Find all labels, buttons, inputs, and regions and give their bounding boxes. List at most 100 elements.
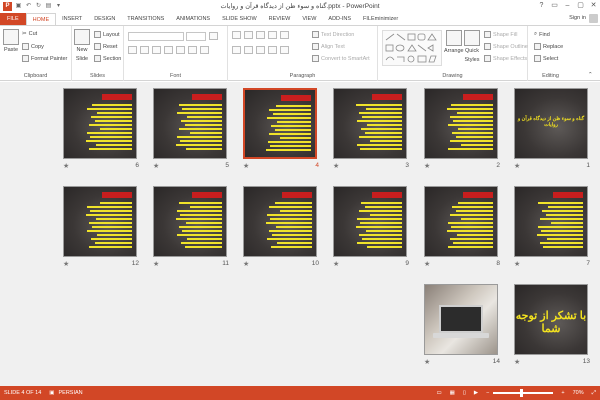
font-color-icon[interactable]	[200, 46, 209, 54]
minimize-icon[interactable]: –	[561, 0, 574, 11]
grow-font-button[interactable]	[209, 32, 219, 40]
tab-file[interactable]: FILE	[0, 13, 26, 25]
slide-transition-icon[interactable]: ★	[424, 260, 430, 268]
slideshow-view-icon[interactable]: ▶	[474, 390, 478, 396]
text-direction-button[interactable]: Text Direction	[312, 31, 354, 38]
slide-transition-icon[interactable]: ★	[243, 260, 249, 268]
find-button[interactable]: ⌕ Find	[534, 31, 550, 38]
shadow-icon[interactable]	[176, 46, 185, 54]
customize-qat-icon[interactable]: ▾	[55, 3, 62, 10]
shape-fill-button[interactable]: Shape Fill	[484, 31, 517, 38]
slide-thumbnail-7[interactable]	[514, 186, 588, 257]
shape-effects-button[interactable]: Shape Effects	[484, 55, 527, 62]
tab-insert[interactable]: INSERT	[56, 13, 88, 25]
reset-button[interactable]: Reset	[94, 43, 117, 50]
spellcheck-icon[interactable]: ▣	[49, 390, 54, 396]
slide-transition-icon[interactable]: ★	[153, 260, 159, 268]
replace-button[interactable]: Replace	[534, 43, 563, 50]
char-spacing-icon[interactable]	[188, 46, 197, 54]
select-button[interactable]: Select	[534, 55, 558, 62]
zoom-in-icon[interactable]: +	[561, 390, 564, 396]
slide-thumbnail-11[interactable]	[153, 186, 227, 257]
slide-thumbnail-6[interactable]	[63, 88, 137, 159]
cut-button[interactable]: ✂ Cut	[22, 31, 37, 37]
decrease-indent-icon[interactable]	[256, 31, 265, 39]
maximize-icon[interactable]: ▢	[574, 0, 587, 11]
tab-add-ins[interactable]: ADD-INS	[322, 13, 357, 25]
align-text-button[interactable]: Align Text	[312, 43, 345, 50]
slide-transition-icon[interactable]: ★	[424, 162, 430, 170]
paste-button[interactable]: Paste	[3, 29, 19, 53]
zoom-slider[interactable]	[493, 389, 554, 397]
slide-transition-icon[interactable]: ★	[514, 358, 520, 366]
justify-icon[interactable]	[268, 46, 277, 54]
normal-view-icon[interactable]: ▭	[436, 390, 441, 396]
italic-icon[interactable]	[140, 46, 149, 54]
tab-animations[interactable]: ANIMATIONS	[170, 13, 216, 25]
align-center-icon[interactable]	[244, 46, 253, 54]
strikethrough-icon[interactable]	[164, 46, 173, 54]
bold-icon[interactable]	[128, 46, 137, 54]
slide-transition-icon[interactable]: ★	[153, 162, 159, 170]
zoom-level[interactable]: 70%	[573, 390, 584, 396]
sign-in-link[interactable]: Sign in	[569, 15, 586, 21]
undo-icon[interactable]: ↶	[25, 3, 32, 10]
font-name-combo[interactable]	[128, 32, 184, 41]
ribbon-display-options-icon[interactable]: ▭	[548, 0, 561, 11]
layout-button[interactable]: Layout	[94, 31, 120, 38]
shape-outline-button[interactable]: Shape Outline	[484, 43, 528, 50]
close-icon[interactable]: ✕	[587, 0, 600, 11]
quick-styles-button[interactable]: Quick Styles	[464, 30, 480, 64]
slide-thumbnail-5[interactable]	[153, 88, 227, 159]
slide-thumbnail-12[interactable]	[63, 186, 137, 257]
bullets-icon[interactable]	[232, 31, 241, 39]
arrange-button[interactable]: Arrange	[444, 30, 464, 54]
new-slide-button[interactable]: New Slide	[74, 29, 90, 63]
collapse-ribbon-icon[interactable]: ⌃	[588, 72, 593, 78]
underline-icon[interactable]	[152, 46, 161, 54]
start-slideshow-icon[interactable]: ▤	[45, 3, 52, 10]
redo-icon[interactable]: ↻	[35, 3, 42, 10]
reading-view-icon[interactable]: ▯	[463, 390, 466, 396]
section-button[interactable]: Section	[94, 55, 121, 62]
slide-thumbnail-1[interactable]: گناه و سوء ظن از دیدگاه قرآن و روایات	[514, 88, 588, 159]
tab-view[interactable]: VIEW	[296, 13, 322, 25]
slide-thumbnail-8[interactable]	[424, 186, 498, 257]
slide-transition-icon[interactable]: ★	[424, 358, 430, 366]
columns-icon[interactable]	[280, 46, 289, 54]
slide-thumbnail-3[interactable]	[333, 88, 407, 159]
tab-transitions[interactable]: TRANSITIONS	[121, 13, 170, 25]
increase-indent-icon[interactable]	[268, 31, 277, 39]
format-painter-button[interactable]: Format Painter	[22, 55, 67, 62]
tab-design[interactable]: DESIGN	[88, 13, 121, 25]
slide-thumbnail-14[interactable]	[424, 284, 498, 355]
slide-thumbnail-2[interactable]	[424, 88, 498, 159]
tab-home[interactable]: HOME	[25, 13, 57, 25]
shapes-gallery[interactable]	[382, 30, 442, 66]
slide-thumbnail-9[interactable]	[333, 186, 407, 257]
zoom-out-icon[interactable]: −	[486, 390, 489, 396]
zoom-slider-thumb[interactable]	[520, 389, 524, 397]
tab-fileminimizer[interactable]: FILEminimizer	[357, 13, 404, 25]
slide-transition-icon[interactable]: ★	[514, 260, 520, 268]
help-icon[interactable]: ?	[535, 0, 548, 11]
slide-transition-icon[interactable]: ★	[243, 162, 249, 170]
numbering-icon[interactable]	[244, 31, 253, 39]
tab-review[interactable]: REVIEW	[263, 13, 297, 25]
tab-slide-show[interactable]: SLIDE SHOW	[216, 13, 263, 25]
slide-transition-icon[interactable]: ★	[333, 260, 339, 268]
line-spacing-icon[interactable]	[280, 31, 289, 39]
slide-transition-icon[interactable]: ★	[514, 162, 520, 170]
align-right-icon[interactable]	[256, 46, 265, 54]
slide-transition-icon[interactable]: ★	[63, 260, 69, 268]
slide-thumbnail-13[interactable]: با تشکر از توجه شما	[514, 284, 588, 355]
convert-smartart-button[interactable]: Convert to SmartArt	[312, 55, 370, 62]
font-size-combo[interactable]	[186, 32, 206, 41]
language-indicator[interactable]: PERSIAN	[59, 390, 83, 396]
slide-transition-icon[interactable]: ★	[333, 162, 339, 170]
copy-button[interactable]: Copy	[22, 43, 44, 50]
fit-to-window-icon[interactable]: ⤢	[592, 390, 596, 397]
avatar[interactable]	[589, 14, 598, 23]
save-icon[interactable]: ▣	[15, 3, 22, 10]
align-left-icon[interactable]	[232, 46, 241, 54]
